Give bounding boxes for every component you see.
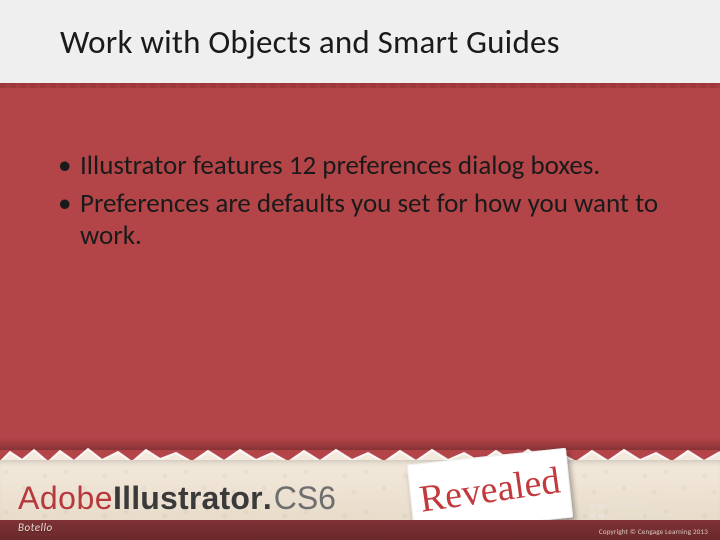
list-item: Illustrator features 12 preferences dial… <box>52 150 660 182</box>
list-item: Preferences are defaults you set for how… <box>52 188 660 252</box>
slide-body: Illustrator features 12 preferences dial… <box>52 150 660 258</box>
title-band: Work with Objects and Smart Guides <box>0 0 720 88</box>
footer-body: Adobe Illustrator . CS6 Revealed Botello <box>0 460 720 540</box>
brand-version: CS6 <box>274 480 336 517</box>
author-name: Botello <box>18 521 53 534</box>
footer: Adobe Illustrator . CS6 Revealed Botello <box>0 450 720 540</box>
brand-dot: . <box>263 480 272 517</box>
publisher-badge: DELMAR CENGAGE Learning <box>588 501 708 520</box>
publisher-text: DELMAR CENGAGE Learning <box>612 501 674 520</box>
slide-title: Work with Objects and Smart Guides <box>60 22 560 62</box>
publisher-icon <box>588 502 606 520</box>
brand-prefix: Adobe <box>18 480 113 517</box>
publisher-line2: CENGAGE Learning <box>612 511 674 520</box>
book-brand: Adobe Illustrator . CS6 <box>18 480 336 517</box>
copyright-text: Copyright © Cengage Learning 2013 <box>599 527 708 536</box>
slide: Work with Objects and Smart Guides Illus… <box>0 0 720 540</box>
bullet-list: Illustrator features 12 preferences dial… <box>52 150 660 252</box>
brand-product: Illustrator <box>113 480 263 517</box>
